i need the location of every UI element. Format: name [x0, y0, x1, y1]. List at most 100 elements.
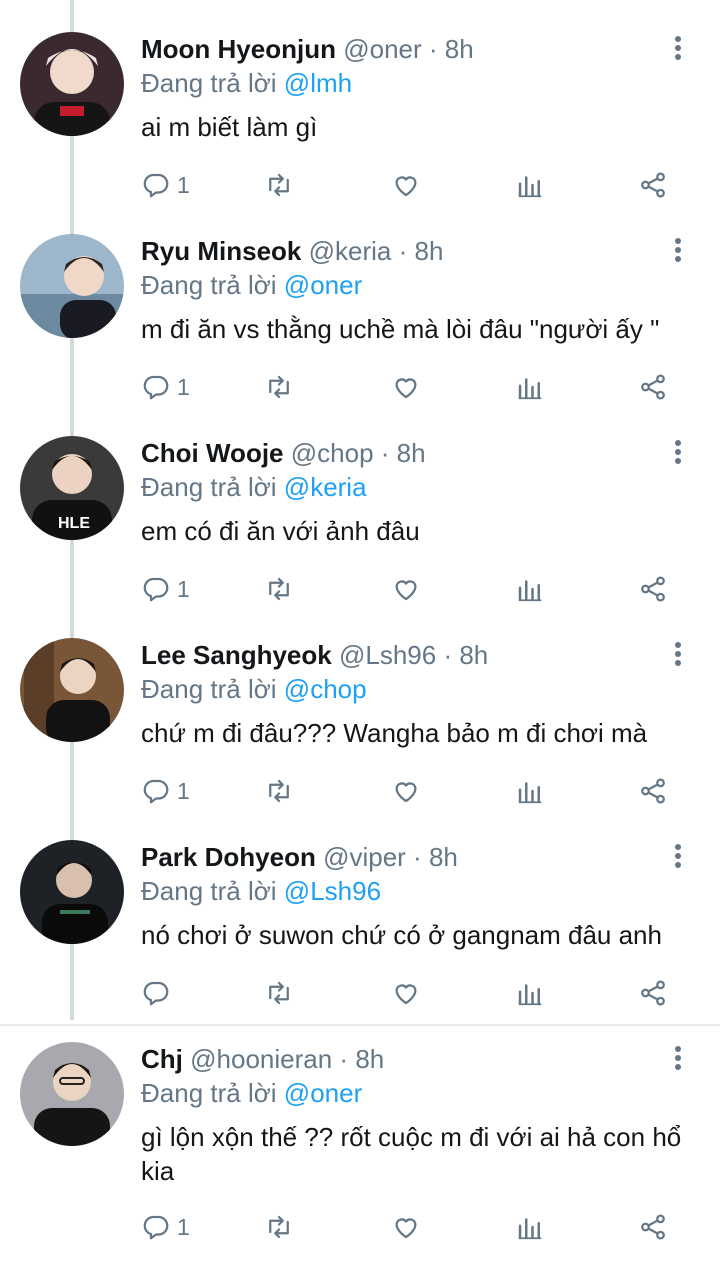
display-name[interactable]: Ryu Minseok [141, 236, 301, 266]
more-icon[interactable] [670, 642, 686, 670]
tweet-actions: 1 [141, 774, 686, 808]
retweet-icon [269, 577, 289, 601]
tweet[interactable]: HLE Choi Wooje @chop · 8h Đang trả lời @… [0, 436, 720, 616]
avatar[interactable] [20, 840, 124, 944]
user-handle[interactable]: @chop [291, 438, 374, 468]
like-icon [395, 984, 417, 1005]
timestamp[interactable]: 8h [415, 236, 444, 266]
reply-prefix: Đang trả lời [141, 1078, 277, 1108]
analytics-button[interactable] [515, 774, 545, 808]
reply-mention[interactable]: @keria [284, 472, 367, 502]
reply-button[interactable]: 1 [141, 774, 190, 808]
share-button[interactable] [638, 1210, 668, 1244]
more-icon[interactable] [670, 844, 686, 872]
more-icon[interactable] [670, 238, 686, 266]
analytics-button[interactable] [515, 370, 545, 404]
retweet-button[interactable] [264, 572, 294, 606]
display-name[interactable]: Park Dohyeon [141, 842, 316, 872]
analytics-icon [518, 782, 542, 804]
retweet-icon [269, 375, 289, 399]
more-icon[interactable] [670, 36, 686, 64]
retweet-button[interactable] [264, 976, 294, 1010]
like-button[interactable] [391, 370, 421, 404]
analytics-button[interactable] [515, 976, 545, 1010]
display-name[interactable]: Moon Hyeonjun [141, 34, 336, 64]
like-icon [395, 378, 417, 399]
reply-button[interactable]: 1 [141, 168, 190, 202]
user-handle[interactable]: @viper [323, 842, 406, 872]
like-button[interactable] [391, 168, 421, 202]
avatar[interactable] [20, 32, 124, 136]
share-icon [641, 374, 665, 400]
retweet-button[interactable] [264, 370, 294, 404]
analytics-icon [518, 378, 542, 400]
reply-context: Đang trả lời @Lsh96 [141, 874, 381, 908]
retweet-button[interactable] [264, 168, 294, 202]
user-handle[interactable]: @hoonieran [190, 1044, 332, 1074]
reply-button[interactable]: 1 [141, 572, 190, 606]
share-icon [641, 172, 665, 198]
user-handle[interactable]: @oner [343, 34, 421, 64]
share-button[interactable] [638, 976, 668, 1010]
share-icon [641, 576, 665, 602]
avatar[interactable] [20, 234, 124, 338]
retweet-icon [269, 173, 289, 197]
avatar[interactable]: HLE [20, 436, 124, 540]
reply-mention[interactable]: @lmh [284, 68, 352, 98]
timestamp[interactable]: 8h [355, 1044, 384, 1074]
tweet[interactable]: Chj @hoonieran · 8h Đang trả lời @oner g… [0, 1042, 720, 1272]
like-button[interactable] [391, 976, 421, 1010]
reply-count: 1 [177, 373, 190, 400]
retweet-button[interactable] [264, 774, 294, 808]
like-button[interactable] [391, 1210, 421, 1244]
reply-prefix: Đang trả lời [141, 472, 277, 502]
svg-text:HLE: HLE [58, 515, 90, 532]
reply-button[interactable]: 1 [141, 370, 190, 404]
reply-mention[interactable]: @oner [284, 270, 362, 300]
user-handle[interactable]: @Lsh96 [339, 640, 436, 670]
like-button[interactable] [391, 572, 421, 606]
reply-mention[interactable]: @chop [284, 674, 367, 704]
avatar[interactable] [20, 1042, 124, 1146]
tweet-text: nó chơi ở suwon chứ có ở gangnam đâu anh [141, 920, 662, 950]
tweet-text: em có đi ăn với ảnh đâu [141, 516, 420, 546]
reply-count: 1 [177, 575, 190, 602]
timestamp[interactable]: 8h [397, 438, 426, 468]
share-button[interactable] [638, 774, 668, 808]
analytics-button[interactable] [515, 1210, 545, 1244]
analytics-button[interactable] [515, 168, 545, 202]
user-handle[interactable]: @keria [309, 236, 392, 266]
tweet[interactable]: Ryu Minseok @keria · 8h Đang trả lời @on… [0, 234, 720, 414]
tweet-header: Chj @hoonieran · 8h [141, 1042, 660, 1076]
display-name[interactable]: Chj [141, 1044, 183, 1074]
timestamp[interactable]: 8h [445, 34, 474, 64]
retweet-icon [269, 981, 289, 1005]
reply-button[interactable] [141, 976, 177, 1010]
tweet-header: Moon Hyeonjun @oner · 8h [141, 32, 660, 66]
timestamp[interactable]: 8h [429, 842, 458, 872]
tweet[interactable]: Moon Hyeonjun @oner · 8h Đang trả lời @l… [0, 32, 720, 212]
tweet-text: m đi ăn vs thằng uchề mà lòi đâu "người … [141, 314, 660, 344]
thread-divider [0, 1024, 720, 1026]
display-name[interactable]: Choi Wooje [141, 438, 284, 468]
retweet-button[interactable] [264, 1210, 294, 1244]
share-button[interactable] [638, 370, 668, 404]
tweet[interactable]: Park Dohyeon @viper · 8h Đang trả lời @L… [0, 840, 720, 1020]
analytics-button[interactable] [515, 572, 545, 606]
analytics-icon [518, 1218, 542, 1240]
reply-prefix: Đang trả lời [141, 270, 277, 300]
share-button[interactable] [638, 168, 668, 202]
like-button[interactable] [391, 774, 421, 808]
more-icon[interactable] [670, 440, 686, 468]
display-name[interactable]: Lee Sanghyeok [141, 640, 332, 670]
more-icon[interactable] [670, 1046, 686, 1074]
reply-button[interactable]: 1 [141, 1210, 190, 1244]
share-button[interactable] [638, 572, 668, 606]
timestamp[interactable]: 8h [459, 640, 488, 670]
reply-mention[interactable]: @Lsh96 [284, 876, 381, 906]
tweet[interactable]: Lee Sanghyeok @Lsh96 · 8h Đang trả lời @… [0, 638, 720, 818]
separator: · [413, 842, 422, 872]
avatar[interactable] [20, 638, 124, 742]
retweet-icon [269, 1215, 289, 1239]
reply-mention[interactable]: @oner [284, 1078, 362, 1108]
